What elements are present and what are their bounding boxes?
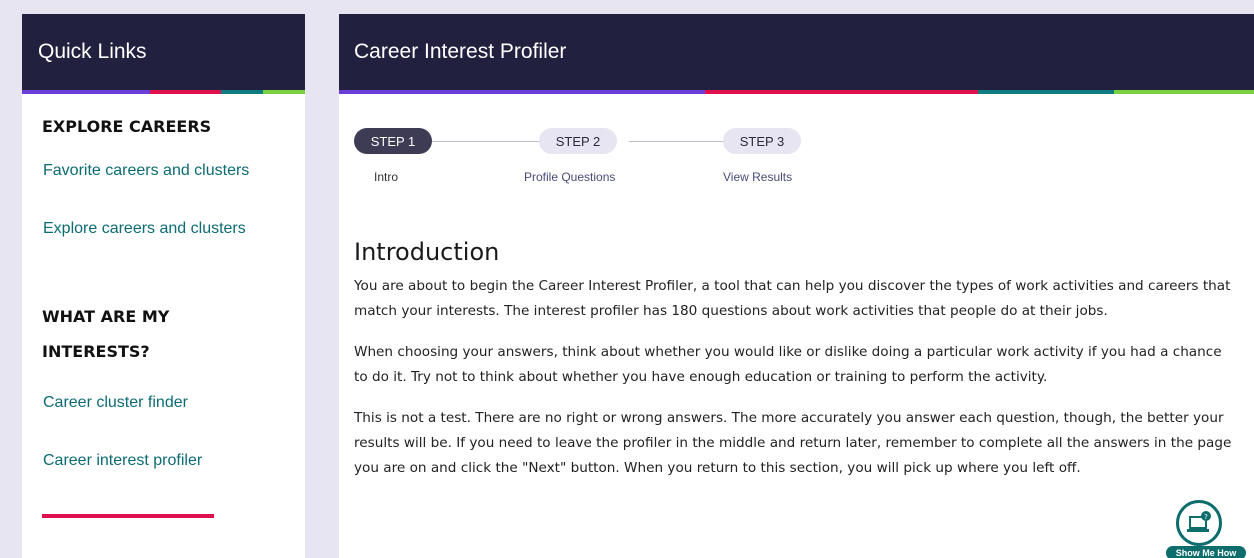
sidebar-accent-bar: [22, 90, 305, 94]
main-panel: Career Interest Profiler STEP 1 STEP 2 S…: [339, 14, 1254, 558]
intro-paragraph: When choosing your answers, think about …: [354, 344, 1222, 385]
sidebar-link-interest-profiler[interactable]: Career interest profiler: [22, 452, 305, 470]
active-link-underline: [42, 514, 214, 518]
sidebar-link-cluster-finder[interactable]: Career cluster finder: [22, 394, 305, 412]
step-3-caption: View Results: [723, 170, 793, 184]
main-header: Career Interest Profiler: [339, 14, 1254, 90]
main-accent-bar: [339, 90, 1254, 94]
sidebar-link-favorite-careers[interactable]: Favorite careers and clusters: [22, 162, 305, 180]
page-title: Career Interest Profiler: [354, 40, 567, 63]
show-me-how-button[interactable]: ?: [1176, 500, 1222, 546]
interests-heading-line2: INTERESTS?: [42, 342, 150, 361]
sidebar-header: Quick Links: [22, 14, 305, 90]
intro-paragraph: This is not a test. There are no right o…: [354, 410, 1232, 476]
step-2-pill[interactable]: STEP 2: [539, 128, 617, 154]
quick-links-sidebar: Quick Links EXPLORE CAREERS Favorite car…: [22, 14, 305, 558]
show-me-how-label[interactable]: Show Me How: [1166, 546, 1246, 558]
interests-heading-line1: WHAT ARE MY: [42, 307, 170, 326]
explore-careers-heading: EXPLORE CAREERS: [42, 117, 212, 136]
svg-text:?: ?: [1204, 513, 1208, 521]
step-2-caption: Profile Questions: [524, 170, 616, 184]
sidebar-link-explore-careers[interactable]: Explore careers and clusters: [22, 220, 305, 238]
intro-content: Introduction You are about to begin the …: [354, 238, 1239, 497]
intro-paragraph: You are about to begin the Career Intere…: [354, 278, 1231, 319]
step-3-pill[interactable]: STEP 3: [723, 128, 801, 154]
step-1-caption: Intro: [374, 170, 399, 184]
step-1-pill[interactable]: STEP 1: [354, 128, 432, 154]
step-connector: [432, 141, 554, 142]
section-heading: Introduction: [354, 238, 500, 266]
laptop-help-icon: ?: [1187, 511, 1211, 532]
sidebar-title: Quick Links: [38, 40, 147, 63]
step-progress: STEP 1 STEP 2 STEP 3 Intro Profile Quest…: [354, 128, 814, 188]
